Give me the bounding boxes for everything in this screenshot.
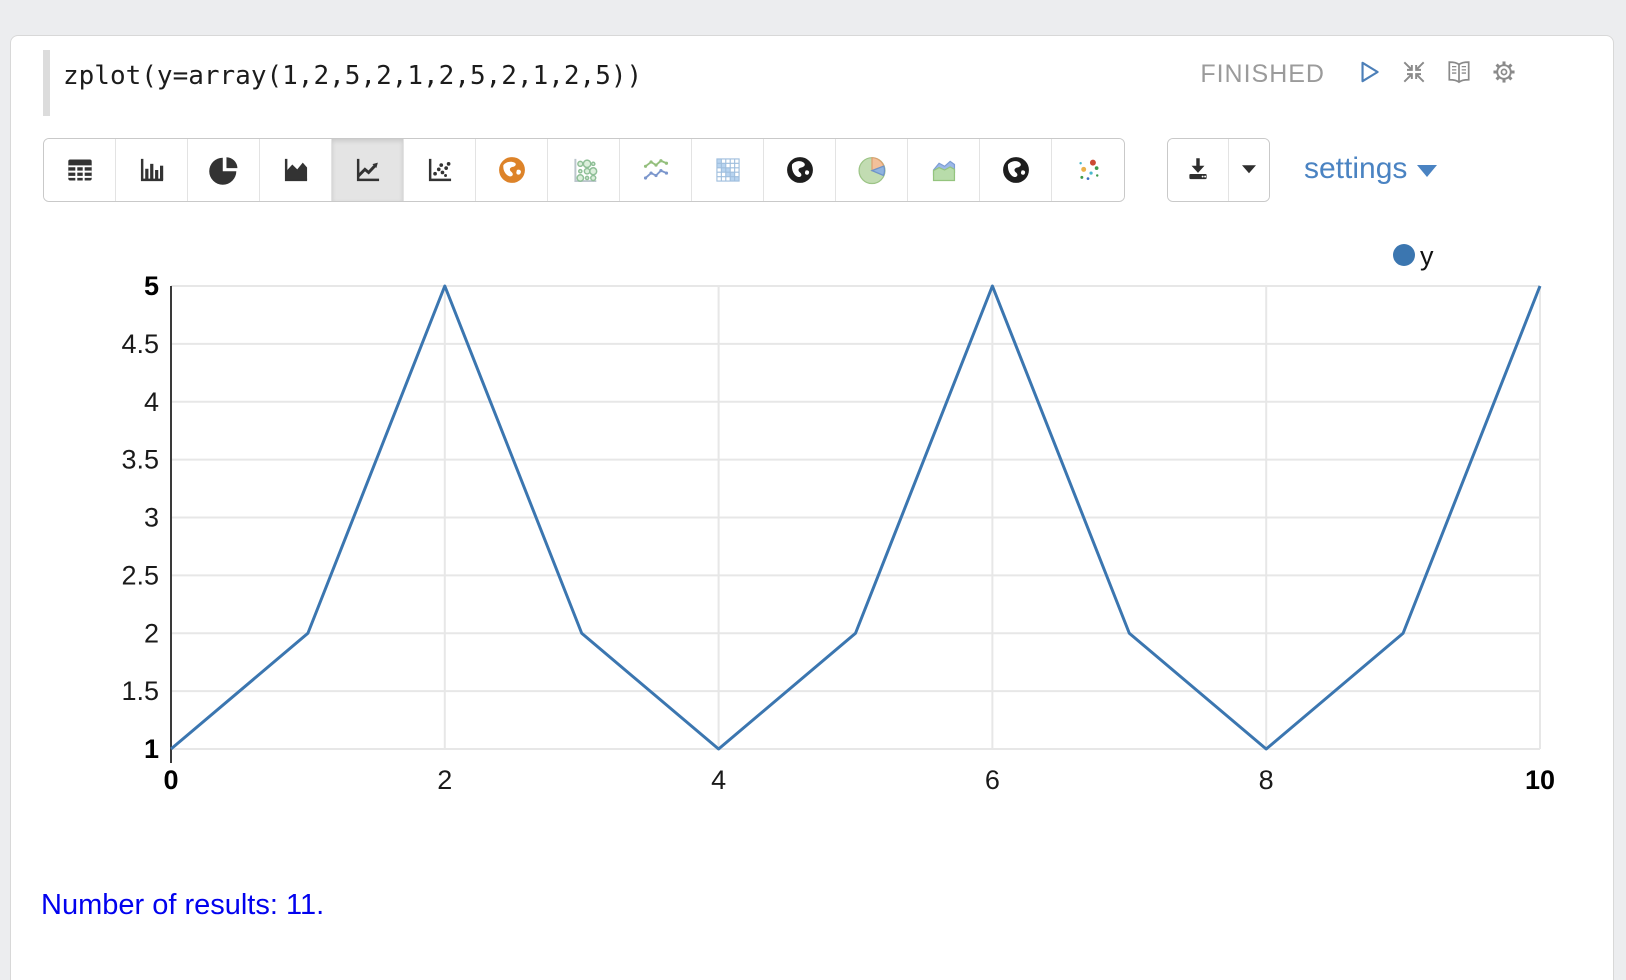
chart-type-bubble-chart-button[interactable] [548, 139, 620, 201]
pie-chart-icon [208, 154, 240, 186]
chart-type-globe-chart-2-button[interactable] [980, 139, 1052, 201]
download-button[interactable] [1168, 139, 1229, 201]
y-tick-label: 4.5 [121, 329, 159, 359]
code-editor[interactable]: zplot(y=array(1,2,5,2,1,2,5,2,1,2,5)) [63, 60, 642, 92]
y-tick-label: 3 [144, 503, 159, 533]
chart-type-bar-chart-button[interactable] [116, 139, 188, 201]
x-tick-label: 8 [1259, 765, 1274, 795]
area-chart-colored-icon [928, 154, 960, 186]
gear-icon [1490, 58, 1518, 91]
y-tick-label: 5 [144, 271, 159, 301]
run-button[interactable] [1354, 59, 1384, 89]
chart-type-globe-chart-button[interactable] [764, 139, 836, 201]
pie-chart-colored-icon [856, 154, 888, 186]
legend-item-y[interactable]: y [1393, 241, 1434, 271]
bubble-chart-icon [568, 154, 600, 186]
chart-type-line-chart-button[interactable] [332, 139, 404, 201]
chart-type-map-chart-button[interactable] [476, 139, 548, 201]
y-tick-label: 2.5 [121, 560, 159, 590]
legend-label: y [1420, 241, 1434, 271]
y-tick-label: 3.5 [121, 445, 159, 475]
chart-type-scatter-chart-button[interactable] [404, 139, 476, 201]
chart-type-scatter-chart-colored-button[interactable] [1052, 139, 1124, 201]
x-tick-label: 10 [1525, 765, 1555, 795]
map-chart-icon [496, 154, 528, 186]
chart-type-heatmap-chart-button[interactable] [692, 139, 764, 201]
legend-swatch [1393, 244, 1415, 266]
show-editor-button[interactable] [1444, 59, 1474, 89]
download-options-button[interactable] [1229, 139, 1269, 201]
chart-type-multi-line-chart-button[interactable] [620, 139, 692, 201]
compress-icon [1400, 58, 1428, 91]
x-tick-label: 2 [437, 765, 452, 795]
results-count: Number of results: 11. [41, 889, 324, 922]
caret-down-icon [1235, 155, 1263, 186]
scatter-chart-icon [424, 154, 456, 186]
editor-gutter [43, 50, 50, 116]
x-axis-tick-labels: 0 2 4 6 8 10 [163, 765, 1555, 795]
chart-type-pie-chart-button[interactable] [188, 139, 260, 201]
y-tick-label: 1.5 [121, 676, 159, 706]
status-label: FINISHED [1200, 60, 1325, 89]
paragraph-controls: FINISHED [1200, 56, 1519, 92]
paragraph-settings-button[interactable] [1489, 59, 1519, 89]
book-icon [1445, 58, 1473, 91]
x-tick-label: 4 [711, 765, 726, 795]
chart-type-toolbar [43, 138, 1125, 202]
heatmap-chart-icon [712, 154, 744, 186]
x-tick-label: 0 [163, 765, 178, 795]
y-tick-label: 1 [144, 734, 159, 764]
y-axis-tick-labels: 1 1.5 2 2.5 3 3.5 4 4.5 5 [121, 271, 159, 764]
download-icon [1184, 155, 1212, 186]
chart-type-area-chart-button[interactable] [260, 139, 332, 201]
bar-chart-icon [136, 154, 168, 186]
collapse-button[interactable] [1399, 59, 1429, 89]
download-button-group [1167, 138, 1270, 202]
play-icon [1355, 58, 1383, 91]
chart-type-table-button[interactable] [44, 139, 116, 201]
settings-link[interactable]: settings [1304, 138, 1437, 200]
paragraph-card: zplot(y=array(1,2,5,2,1,2,5,2,1,2,5)) FI… [10, 35, 1614, 980]
settings-label: settings [1304, 152, 1407, 186]
chart-type-area-chart-colored-button[interactable] [908, 139, 980, 201]
globe-chart-icon [784, 154, 816, 186]
area-chart-icon [280, 154, 312, 186]
line-chart-icon [352, 154, 384, 186]
globe-chart-2-icon [1000, 154, 1032, 186]
gridlines [171, 286, 1540, 749]
caret-down-icon [1417, 165, 1437, 177]
line-chart-canvas: 1 1.5 2 2.5 3 3.5 4 4.5 5 0 2 4 6 8 10 y [101, 231, 1601, 811]
table-icon [64, 154, 96, 186]
x-tick-label: 6 [985, 765, 1000, 795]
y-tick-label: 4 [144, 387, 159, 417]
chart-type-pie-chart-colored-button[interactable] [836, 139, 908, 201]
y-tick-label: 2 [144, 618, 159, 648]
scatter-chart-colored-icon [1072, 154, 1104, 186]
multi-line-chart-icon [640, 154, 672, 186]
